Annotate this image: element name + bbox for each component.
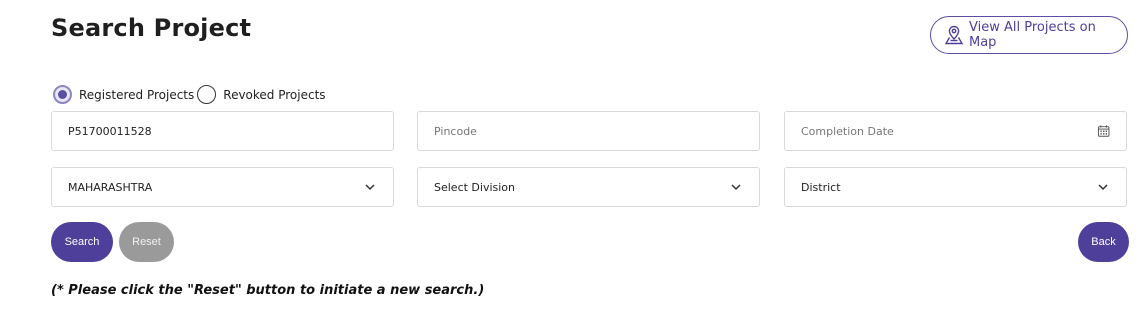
chevron-down-icon bbox=[731, 184, 741, 191]
project-type-radio-group: Registered Projects Revoked Projects bbox=[53, 85, 329, 104]
page-title: Search Project bbox=[51, 14, 252, 42]
chevron-down-icon bbox=[365, 184, 375, 191]
chevron-down-icon bbox=[1098, 184, 1108, 191]
completion-date-input[interactable] bbox=[801, 124, 1097, 138]
search-button[interactable]: Search bbox=[51, 222, 113, 262]
division-select[interactable]: Select Division bbox=[417, 167, 760, 207]
revoked-projects-radio[interactable] bbox=[197, 85, 217, 104]
registered-projects-radio[interactable] bbox=[53, 85, 72, 104]
state-select[interactable]: MAHARASHTRA bbox=[51, 167, 394, 207]
view-map-label: View All Projects on Map bbox=[969, 20, 1096, 50]
state-select-value: MAHARASHTRA bbox=[68, 180, 153, 194]
reset-button[interactable]: Reset bbox=[119, 222, 174, 262]
pincode-field[interactable] bbox=[417, 111, 760, 151]
registration-number-input[interactable] bbox=[68, 124, 377, 138]
calendar-icon[interactable] bbox=[1097, 124, 1110, 138]
district-select-value: District bbox=[801, 180, 841, 194]
registration-number-field[interactable] bbox=[51, 111, 394, 151]
registered-projects-label[interactable]: Registered Projects bbox=[79, 88, 194, 102]
pincode-input[interactable] bbox=[434, 124, 743, 138]
back-button[interactable]: Back bbox=[1078, 222, 1129, 262]
reset-instruction-note: (* Please click the "Reset" button to in… bbox=[51, 283, 485, 298]
completion-date-field[interactable] bbox=[784, 111, 1127, 151]
view-map-button[interactable]: View All Projects on Map bbox=[930, 16, 1128, 54]
division-select-value: Select Division bbox=[434, 180, 516, 194]
revoked-projects-label[interactable]: Revoked Projects bbox=[223, 88, 325, 102]
district-select[interactable]: District bbox=[784, 167, 1127, 207]
map-pin-icon bbox=[944, 25, 964, 45]
